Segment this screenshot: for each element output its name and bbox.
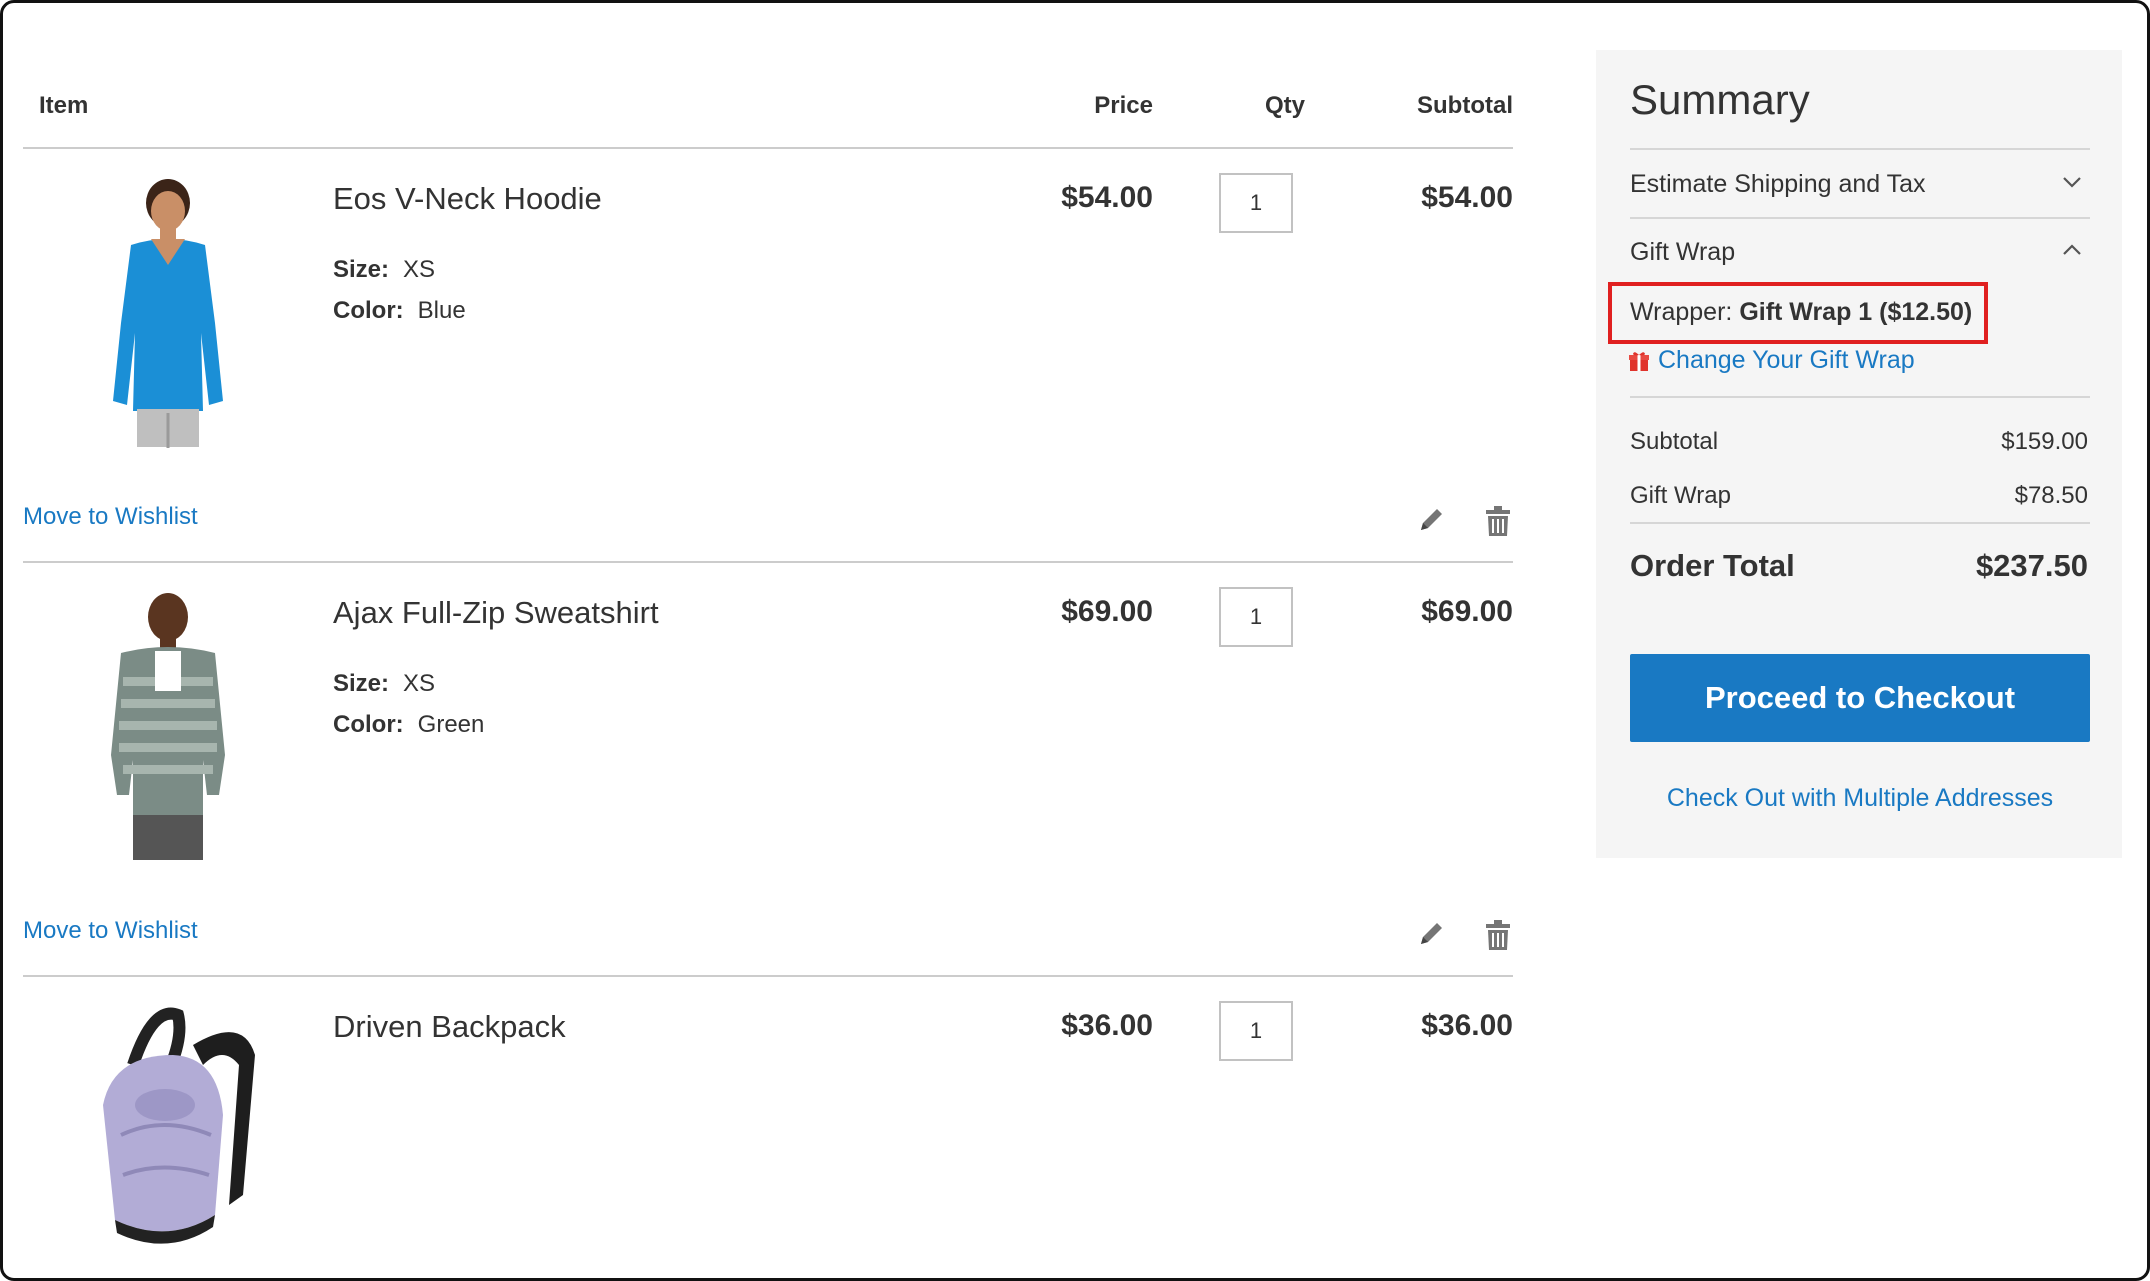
qty-input[interactable] (1219, 173, 1293, 233)
item-price: $69.00 (1061, 595, 1153, 628)
column-header-price: Price (1094, 92, 1153, 119)
product-name[interactable]: Eos V-Neck Hoodie (333, 181, 602, 217)
product-name[interactable]: Driven Backpack (333, 1009, 566, 1045)
cart-table-header: Item Price Qty Subtotal (23, 0, 1513, 149)
item-subtotal: $54.00 (1421, 181, 1513, 214)
product-name[interactable]: Ajax Full-Zip Sweatshirt (333, 595, 659, 631)
gift-icon (1629, 351, 1649, 371)
totals-subtotal-value: $159.00 (2001, 428, 2088, 455)
change-gift-wrap-link[interactable]: Change Your Gift Wrap (1628, 346, 1915, 375)
divider (1630, 148, 2090, 150)
divider (1630, 217, 2090, 219)
item-subtotal: $36.00 (1421, 1009, 1513, 1042)
order-total-value: $237.50 (1975, 548, 2088, 583)
qty-input[interactable] (1219, 587, 1293, 647)
item-price: $54.00 (1061, 181, 1153, 214)
product-option-size: Size: XS (333, 670, 435, 698)
pencil-icon[interactable] (1415, 919, 1445, 951)
move-to-wishlist-link[interactable]: Move to Wishlist (23, 917, 198, 945)
column-header-qty: Qty (1264, 92, 1305, 119)
product-image[interactable] (43, 995, 293, 1270)
column-header-item: Item (39, 92, 89, 119)
move-to-wishlist-link[interactable]: Move to Wishlist (23, 503, 198, 531)
wrapper-value: Gift Wrap 1 ($12.50) (1739, 298, 1973, 326)
product-image[interactable] (43, 173, 293, 448)
change-gift-wrap-label[interactable]: Change Your Gift Wrap (1658, 346, 1915, 375)
qty-input[interactable] (1219, 1001, 1293, 1061)
option-value: Blue (417, 297, 466, 324)
cart-item-row: Eos V-Neck Hoodie Size: XS Color: Blue $54… (23, 151, 1513, 563)
item-price: $36.00 (1061, 1009, 1153, 1042)
summary-title: Summary (1630, 76, 1810, 123)
product-option-color: Color: Green (333, 711, 484, 739)
multiple-addresses-link[interactable]: Check Out with Multiple Addresses (1630, 784, 2090, 813)
totals-gift-wrap-label: Gift Wrap (1630, 482, 1731, 509)
divider (1630, 522, 2090, 524)
chevron-up-icon[interactable] (2060, 238, 2084, 262)
option-label: Size: (333, 670, 390, 697)
trash-icon[interactable] (1483, 505, 1513, 537)
order-total-label: Order Total (1630, 548, 1795, 583)
pencil-icon[interactable] (1415, 505, 1445, 537)
cart-item-row: Driven Backpack $36.00 $36.00 (23, 979, 1513, 1279)
option-value: Green (417, 711, 485, 738)
product-option-size: Size: XS (333, 256, 435, 284)
column-header-subtotal: Subtotal (1417, 92, 1513, 119)
proceed-to-checkout-button[interactable]: Proceed to Checkout (1630, 654, 2090, 742)
product-option-color: Color: Blue (333, 297, 466, 325)
estimate-shipping-toggle[interactable]: Estimate Shipping and Tax (1630, 170, 1926, 199)
option-label: Color: (333, 711, 404, 738)
divider (1630, 396, 2090, 398)
totals-subtotal-label: Subtotal (1630, 428, 1719, 455)
totals-gift-wrap-value: $78.50 (2014, 482, 2088, 509)
option-label: Color: (333, 297, 404, 324)
option-value: XS (403, 670, 436, 697)
cart-item-row: Ajax Full-Zip Sweatshirt Size: XS Color: G… (23, 565, 1513, 977)
option-label: Size: (333, 256, 390, 283)
gift-wrapper-info: Wrapper: Gift Wrap 1 ($12.50) (1630, 298, 1972, 327)
trash-icon[interactable] (1483, 919, 1513, 951)
wrapper-label: Wrapper: (1630, 298, 1733, 326)
option-value: XS (403, 256, 436, 283)
gift-wrap-toggle[interactable]: Gift Wrap (1630, 238, 1735, 267)
order-summary-panel: Summary Estimate Shipping and Tax Gift W… (1596, 50, 2122, 858)
item-subtotal: $69.00 (1421, 595, 1513, 628)
chevron-down-icon[interactable] (2060, 170, 2084, 194)
product-image[interactable] (43, 585, 293, 860)
